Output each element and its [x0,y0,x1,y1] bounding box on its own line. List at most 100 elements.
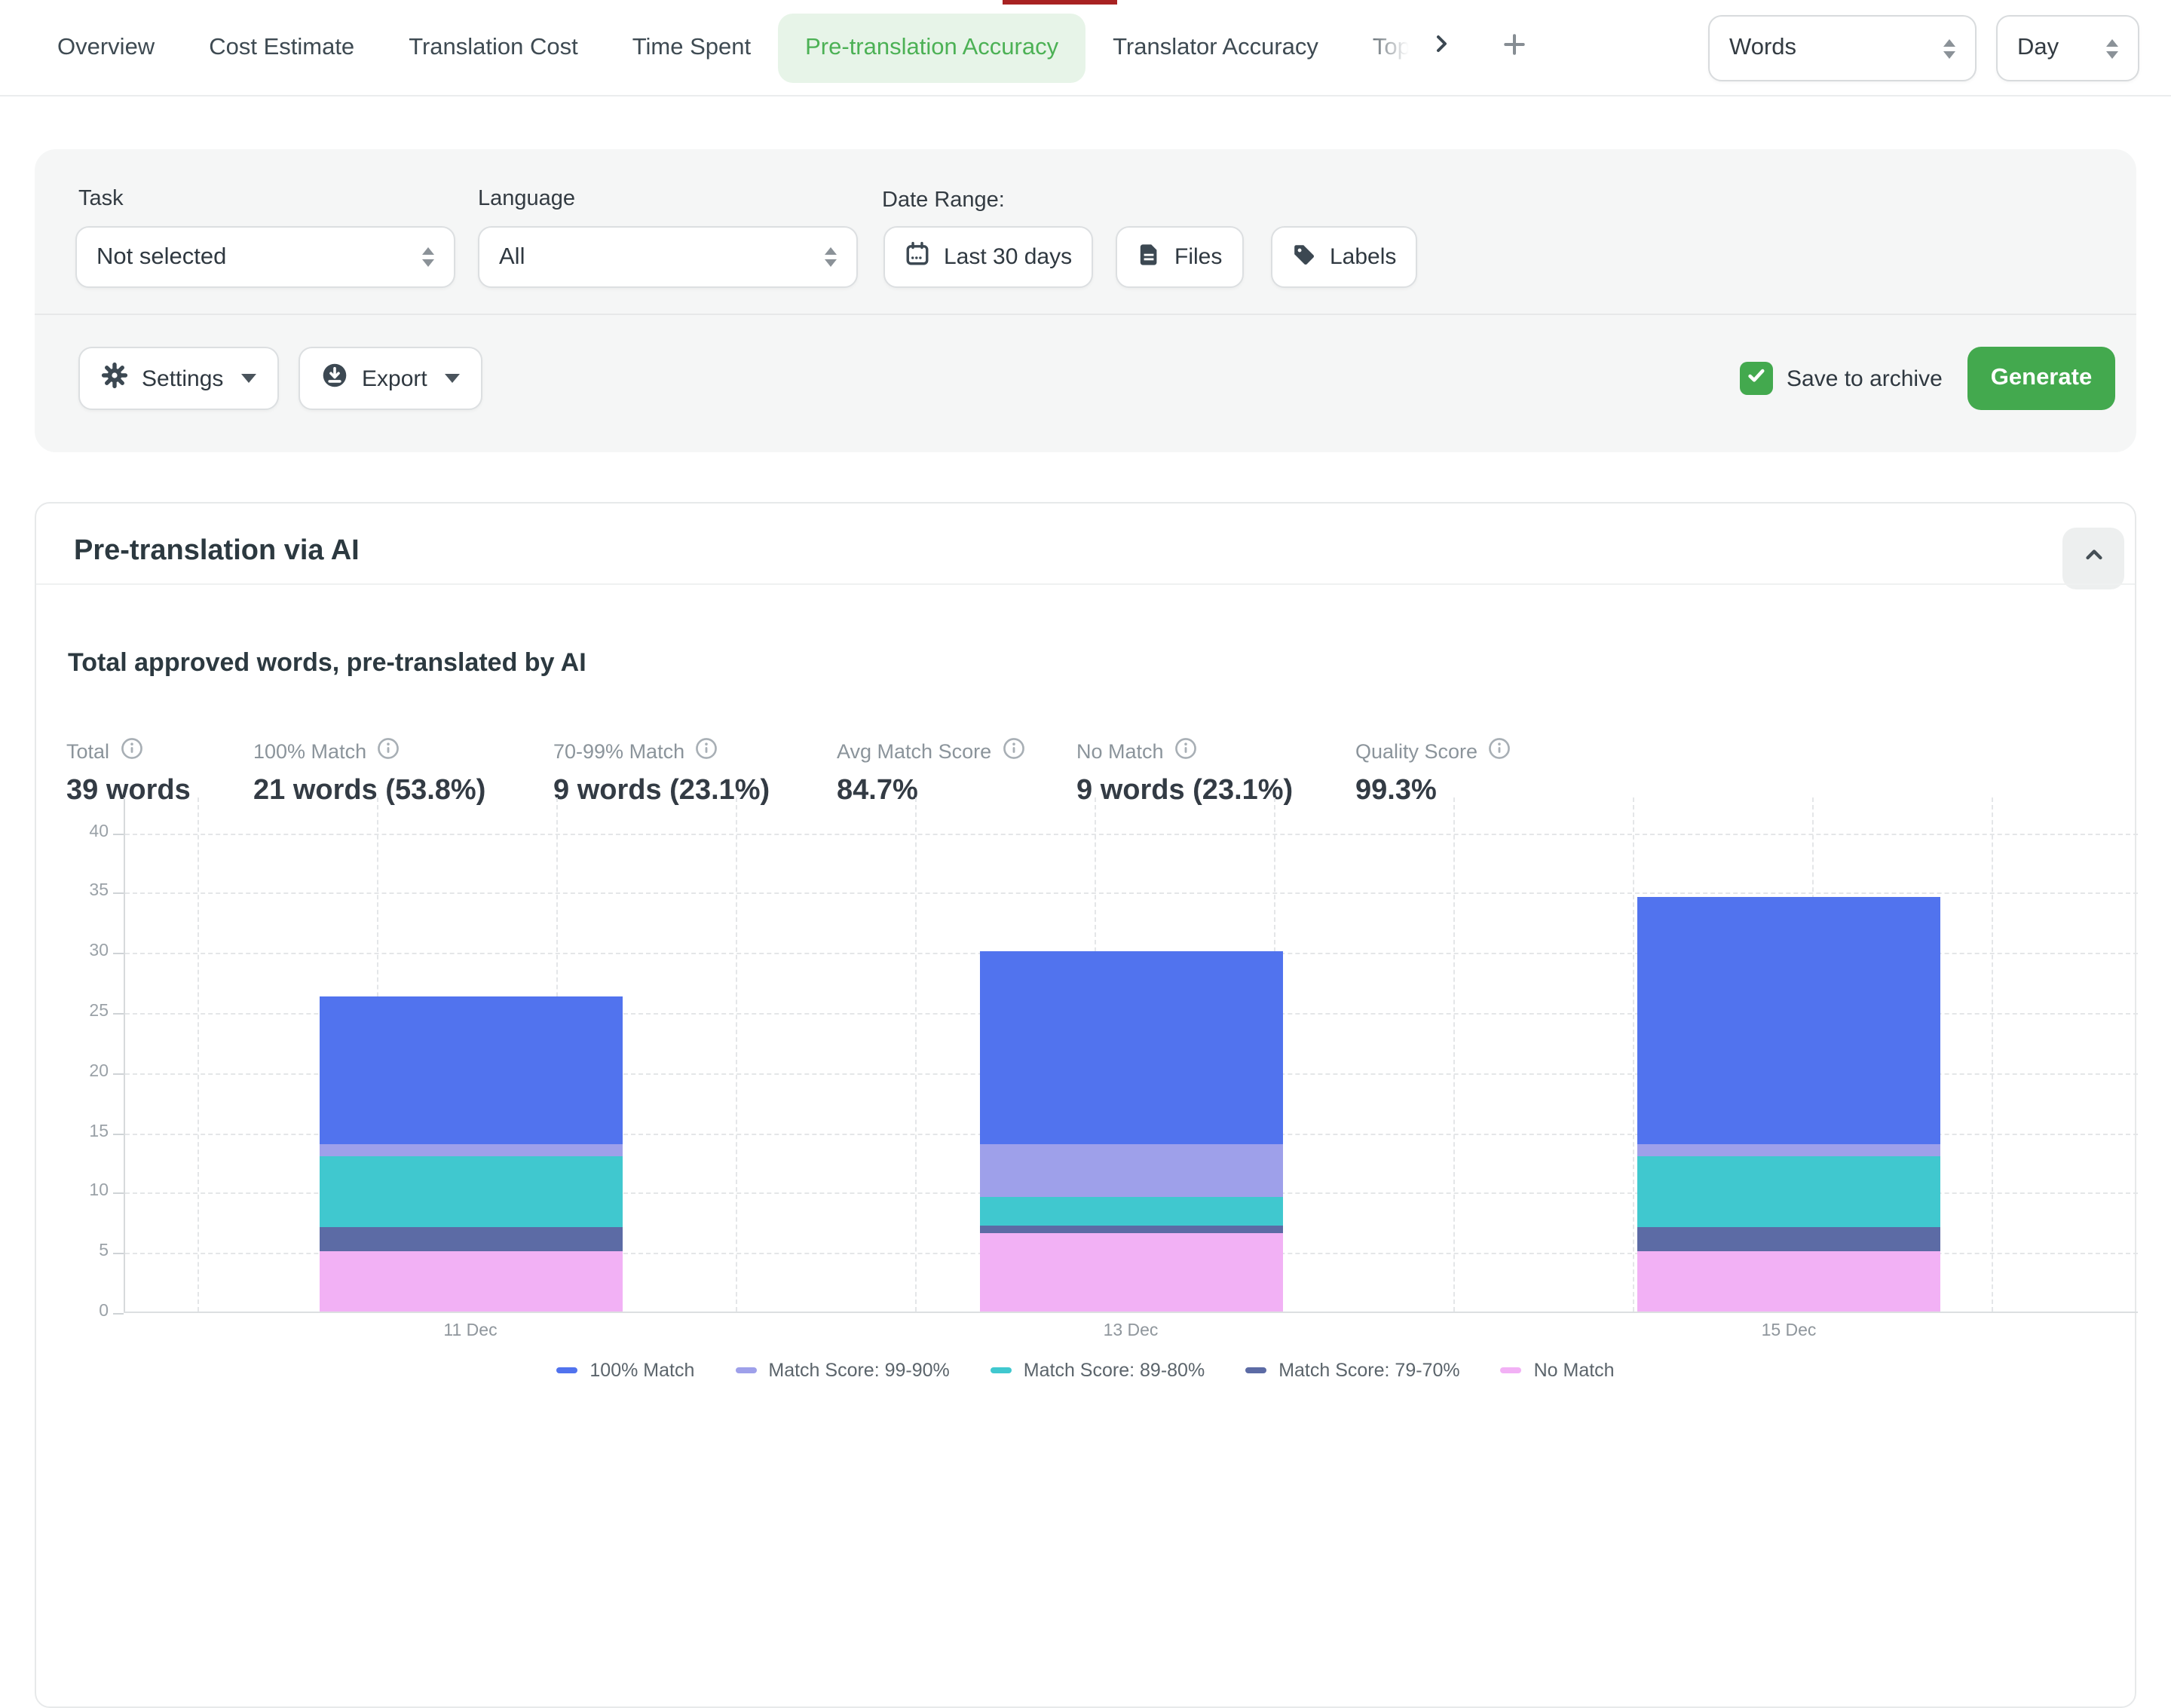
tab-cost-estimate[interactable]: Cost Estimate [182,16,381,79]
plus-icon [1502,31,1527,64]
tab-translator-accuracy[interactable]: Translator Accuracy [1086,16,1346,79]
info-icon[interactable] [1488,737,1511,764]
bar-segment[interactable] [979,1143,1282,1198]
period-select[interactable]: Day [1996,15,2139,81]
unit-select[interactable]: Words [1708,15,1977,81]
add-report-tab-button[interactable] [1489,22,1540,73]
y-axis-tick-mark [113,1073,124,1075]
bar-segment[interactable] [319,1143,622,1156]
y-axis-tick-label: 40 [51,822,109,840]
export-button-label: Export [362,366,427,391]
info-icon[interactable] [120,737,142,764]
bar-segment[interactable] [319,1156,622,1228]
bar-segment[interactable] [979,1225,1282,1233]
tab-translation-cost[interactable]: Translation Cost [381,16,605,79]
y-axis-tick-label: 15 [51,1122,109,1140]
bar-segment[interactable] [1637,896,1940,1143]
legend-item[interactable]: 100% Match [556,1360,694,1381]
x-gridline [1991,797,1992,1312]
select-arrows-icon [1943,38,1955,58]
files-filter-label: Files [1174,244,1222,270]
y-axis-tick-mark [113,1253,124,1254]
generate-button-label: Generate [1991,365,2092,392]
y-axis-tick-label: 10 [51,1183,109,1201]
legend-marker-icon [1501,1367,1522,1373]
card-divider [36,583,2135,585]
stat-70-99-match: 70-99% Match 9 words (23.1%) [553,737,770,808]
caret-down-icon [446,374,461,383]
y-axis-tick-label: 5 [51,1242,109,1260]
x-axis-label: 13 Dec [1104,1322,1159,1340]
legend-label: Match Score: 99-90% [768,1360,949,1381]
date-range-button[interactable]: Last 30 days [883,226,1093,288]
bar-segment[interactable] [979,951,1282,1143]
labels-filter-button[interactable]: Labels [1271,226,1417,288]
files-filter-button[interactable]: Files [1116,226,1243,288]
save-to-archive-checkbox[interactable] [1740,362,1773,395]
y-axis-tick-mark [113,1013,124,1015]
generate-button[interactable]: Generate [1967,347,2115,410]
legend-label: Match Score: 79-70% [1278,1360,1459,1381]
select-arrows-icon [825,247,837,267]
bar-segment[interactable] [319,996,622,1143]
task-dropdown[interactable]: Not selected [75,226,455,288]
caret-down-icon [241,374,256,383]
info-icon[interactable] [695,737,718,764]
select-arrows-icon [2106,38,2118,58]
stat-label: Total [66,739,109,762]
bar-segment[interactable] [1637,1143,1940,1156]
tab-pre-translation-accuracy[interactable]: Pre-translation Accuracy [778,13,1086,82]
card-title: Pre-translation via AI [74,535,360,568]
language-label: Language [478,187,575,211]
x-gridline [735,797,736,1312]
x-axis-line [124,1312,2138,1313]
date-range-label: Date Range: [882,188,1005,213]
y-axis-tick-mark [113,1313,124,1315]
settings-button[interactable]: Settings [78,347,279,410]
x-gridline [197,797,198,1312]
bar-segment[interactable] [1637,1251,1940,1312]
info-icon[interactable] [1174,737,1197,764]
bar-segment[interactable] [979,1198,1282,1226]
x-axis-label: 11 Dec [443,1322,497,1340]
x-gridline [1632,797,1634,1312]
stat-label: No Match [1076,739,1164,762]
tab-time-spent[interactable]: Time Spent [605,16,778,79]
legend-item[interactable]: Match Score: 79-70% [1245,1360,1459,1381]
stat-value: 39 words [66,775,191,808]
x-gridline [1453,797,1454,1312]
date-range-value: Last 30 days [944,244,1072,270]
filter-panel-divider [35,314,2136,315]
stat-value: 99.3% [1355,775,1511,808]
bar-segment[interactable] [319,1251,622,1312]
legend-marker-icon [735,1367,756,1373]
y-gridline [125,833,2138,834]
tab-overview[interactable]: Overview [30,16,182,79]
legend-item[interactable]: Match Score: 99-90% [735,1360,949,1381]
info-icon[interactable] [377,737,400,764]
collapse-card-button[interactable] [2062,528,2124,589]
task-label: Task [78,187,124,211]
stat-label: 70-99% Match [553,739,684,762]
export-button[interactable]: Export [299,347,483,410]
pre-translation-report-card: Pre-translation via AI Total approved wo… [35,502,2136,1708]
tabs-overflow-button[interactable] [1416,22,1468,73]
bar-segment[interactable] [1637,1156,1940,1228]
legend-item[interactable]: Match Score: 89-80% [991,1360,1205,1381]
chart-subtitle: Total approved words, pre-translated by … [68,648,586,678]
y-axis-tick-label: 30 [51,942,109,960]
chevron-right-icon [1430,32,1454,63]
bar-segment[interactable] [979,1234,1282,1312]
stat-value: 9 words (23.1%) [1076,775,1293,808]
save-to-archive-label[interactable]: Save to archive [1787,366,1943,392]
legend-item[interactable]: No Match [1501,1360,1615,1381]
bar-segment[interactable] [319,1228,622,1252]
info-icon[interactable] [1002,737,1024,764]
language-dropdown[interactable]: All [478,226,858,288]
tab-top-members[interactable]: Top [1346,16,1416,79]
y-axis-line [124,797,125,1313]
settings-button-label: Settings [142,366,223,391]
legend-marker-icon [1245,1367,1266,1373]
analytics-page: Overview Cost Estimate Translation Cost … [0,0,2171,1422]
bar-segment[interactable] [1637,1228,1940,1252]
